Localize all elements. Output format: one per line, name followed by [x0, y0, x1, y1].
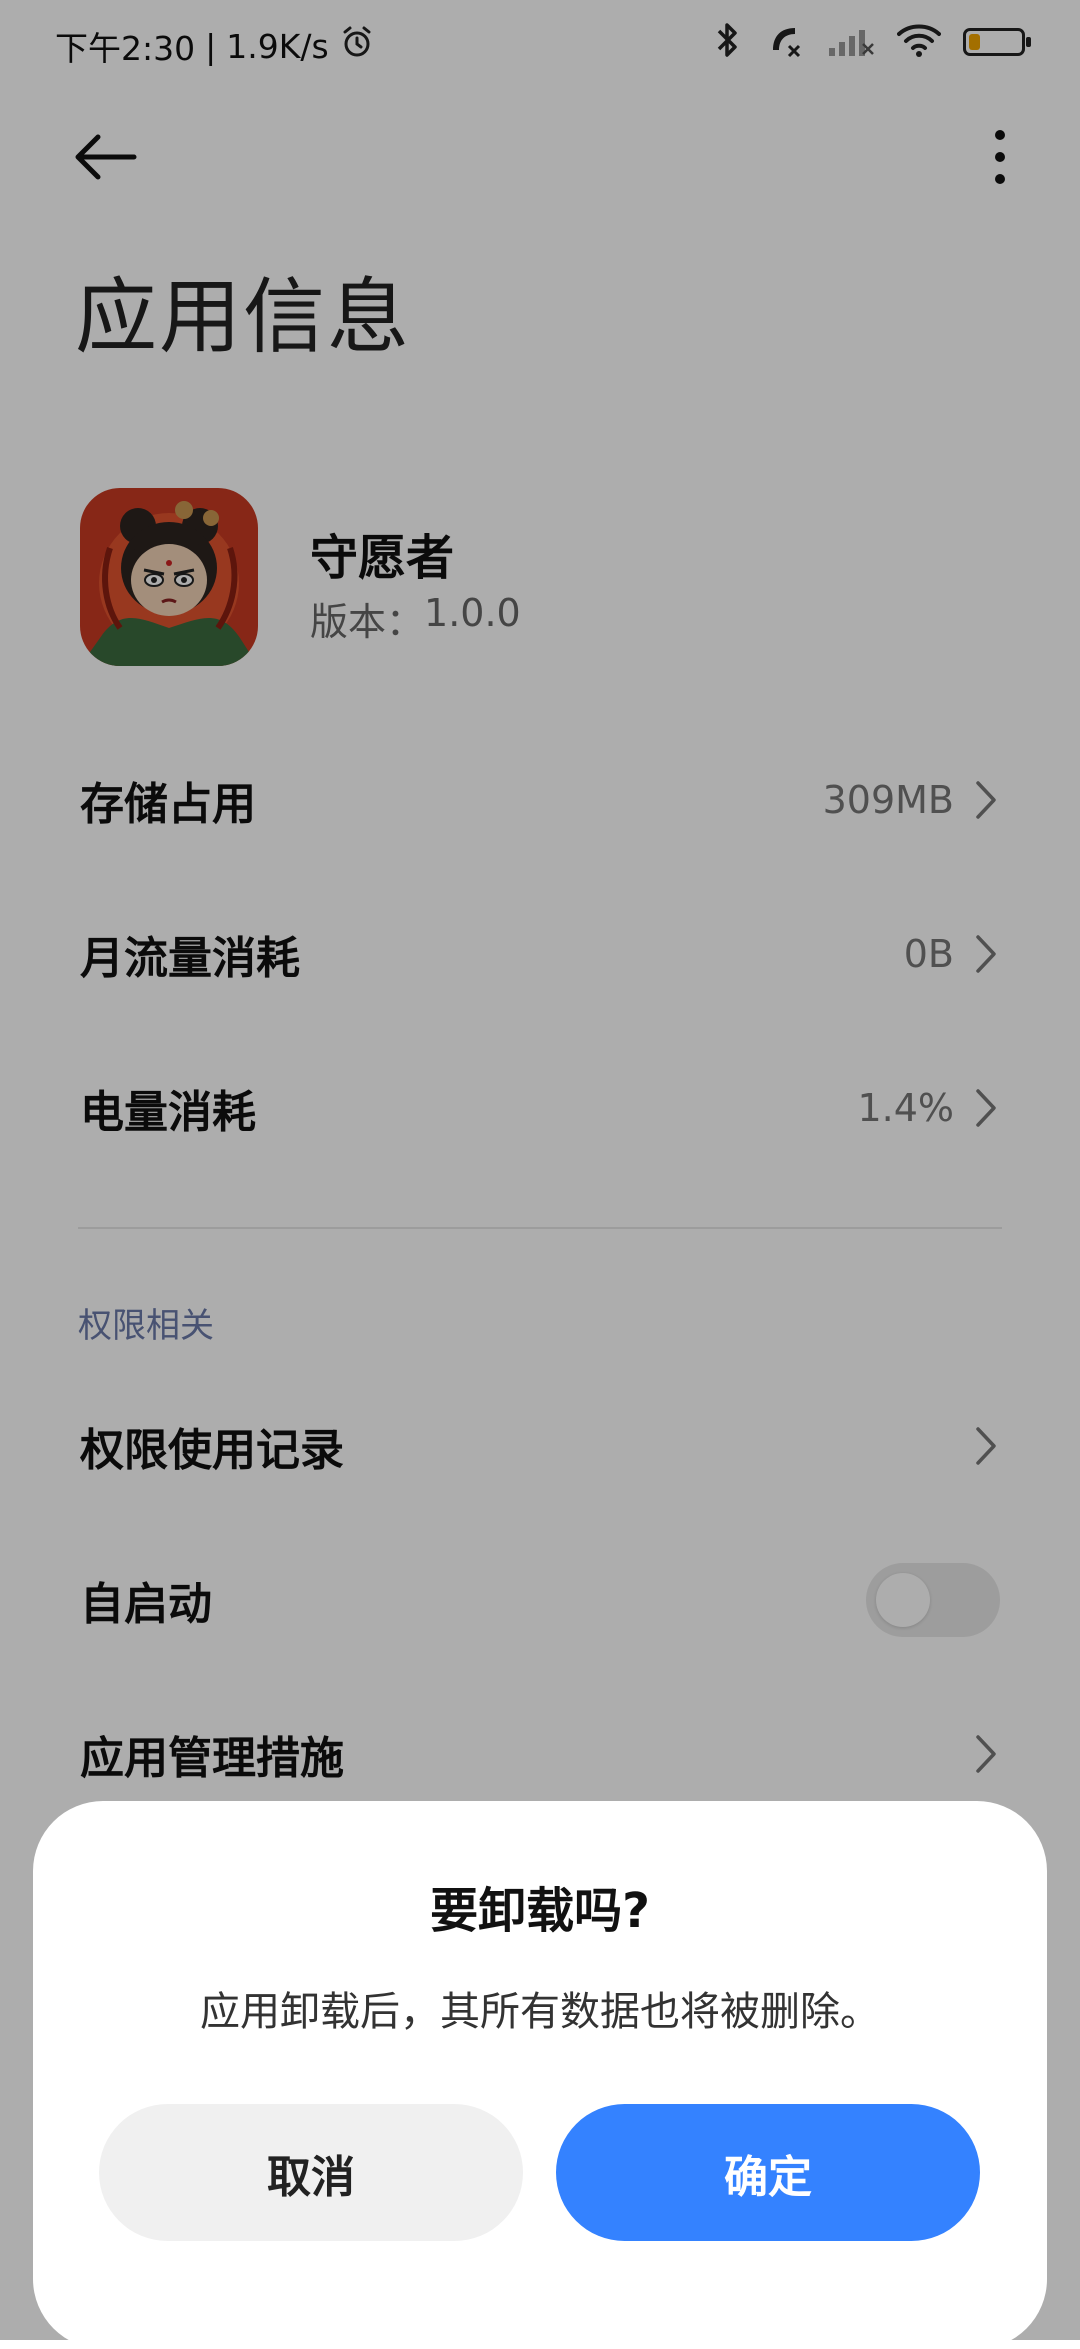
cancel-button[interactable]: 取消 [99, 2104, 523, 2241]
dialog-title: 要卸载吗? [430, 1883, 650, 1939]
confirm-button[interactable]: 确定 [556, 2104, 980, 2241]
uninstall-dialog: 要卸载吗? 应用卸载后，其所有数据也将被删除。 取消 确定 [33, 1801, 1047, 2349]
dialog-message: 应用卸载后，其所有数据也将被删除。 [200, 1989, 880, 2035]
app-info-screen: 下午2:30 | 1.9K/s 应用信息 守愿者 版本： 1.0.0 存储占用 … [0, 0, 1080, 2349]
